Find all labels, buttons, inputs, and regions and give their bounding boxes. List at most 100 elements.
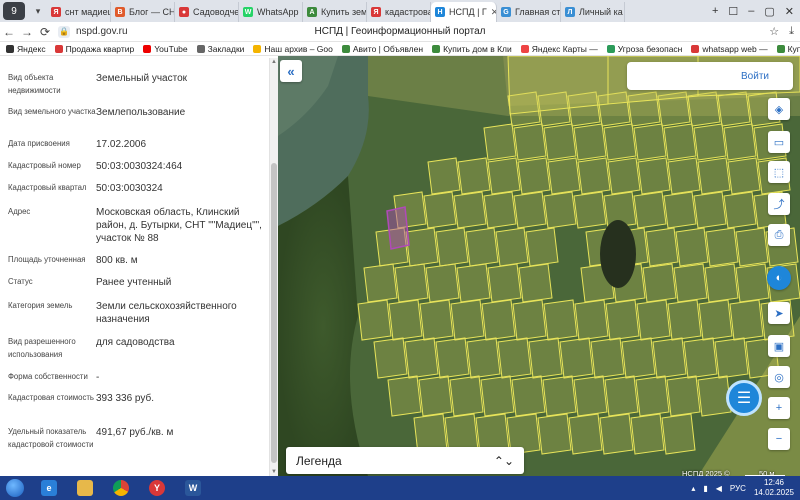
parcel[interactable] xyxy=(543,123,577,161)
parcel[interactable] xyxy=(547,157,581,195)
taskbar-word[interactable]: W xyxy=(176,477,210,499)
parcel[interactable] xyxy=(450,299,485,341)
satellite-map[interactable] xyxy=(278,56,800,476)
parcel[interactable] xyxy=(633,191,667,229)
parcel[interactable] xyxy=(573,191,607,229)
bookmark-page-icon[interactable]: ☐ xyxy=(728,5,738,18)
browser-tab[interactable]: BБлог — СНТ✕ xyxy=(111,2,175,22)
browser-menu-button[interactable]: 9 xyxy=(3,2,25,20)
scroll-up-icon[interactable]: ▲ xyxy=(271,59,277,65)
parcel[interactable] xyxy=(483,123,517,161)
parcel[interactable] xyxy=(518,263,553,303)
parcel[interactable] xyxy=(511,375,546,417)
browser-tab[interactable]: ННСПД | Г✕ xyxy=(431,2,497,22)
bookmark-item[interactable]: Наш архив – Goo xyxy=(253,44,333,54)
parcel[interactable] xyxy=(419,299,454,341)
parcel[interactable] xyxy=(683,337,718,379)
parcel[interactable] xyxy=(621,337,656,379)
parcel[interactable] xyxy=(714,337,749,379)
collapse-panel-button[interactable]: « xyxy=(280,60,302,82)
parcel[interactable] xyxy=(373,337,408,379)
minimize-icon[interactable]: – xyxy=(748,5,754,17)
parcel[interactable] xyxy=(630,413,665,455)
map-view[interactable] xyxy=(278,56,800,476)
browser-tab[interactable]: AКупить зем✕ xyxy=(303,2,367,22)
parcel[interactable] xyxy=(559,337,594,379)
parcel[interactable] xyxy=(497,337,532,379)
taskbar-chrome[interactable] xyxy=(104,477,138,499)
parcel[interactable] xyxy=(661,413,696,455)
locate-button[interactable]: ➤ xyxy=(768,302,790,324)
bookmark-item[interactable]: Угроза безопасн xyxy=(606,44,682,54)
parcel[interactable] xyxy=(513,191,547,229)
parcel[interactable] xyxy=(480,375,515,417)
parcel[interactable] xyxy=(633,123,667,161)
parcel[interactable] xyxy=(645,227,679,267)
chat-button[interactable]: ☰ xyxy=(726,380,762,416)
parcel[interactable] xyxy=(513,123,547,161)
parcel[interactable] xyxy=(635,375,670,417)
parcel[interactable] xyxy=(483,191,517,229)
parcel[interactable] xyxy=(435,227,469,267)
parcel[interactable] xyxy=(537,413,572,455)
browser-tab[interactable]: ●Садоводче✕ xyxy=(175,2,239,22)
parcel[interactable] xyxy=(517,157,551,195)
parcel[interactable] xyxy=(698,299,733,341)
parcel[interactable] xyxy=(573,123,607,161)
taskbar-ie[interactable]: e xyxy=(32,477,66,499)
parcel[interactable] xyxy=(394,263,429,303)
parcel[interactable] xyxy=(693,191,727,229)
parcel[interactable] xyxy=(604,375,639,417)
scroll-thumb[interactable] xyxy=(271,163,277,463)
parcel[interactable] xyxy=(507,56,609,115)
login-button[interactable]: Войти xyxy=(741,71,769,82)
parcel[interactable] xyxy=(723,191,757,229)
zoom-in-button[interactable]: + xyxy=(768,397,790,419)
scroll-down-icon[interactable]: ▼ xyxy=(271,469,277,475)
parcel[interactable] xyxy=(667,299,702,341)
print-button[interactable]: ⎙ xyxy=(768,224,790,246)
parcel[interactable] xyxy=(495,227,529,267)
parcel[interactable] xyxy=(673,263,708,303)
parcel[interactable] xyxy=(427,157,461,195)
parcel[interactable] xyxy=(590,337,625,379)
parcel[interactable] xyxy=(687,91,721,127)
bookmark-item[interactable]: Яндекс xyxy=(6,44,46,54)
parcel[interactable] xyxy=(387,375,422,417)
parcel[interactable] xyxy=(605,299,640,341)
selected-parcel[interactable] xyxy=(386,206,410,250)
parcel[interactable] xyxy=(481,299,516,341)
volume-icon[interactable]: ◀ xyxy=(716,484,722,493)
browser-tab[interactable]: Яснт мадиец✕ xyxy=(47,2,111,22)
assistant-button[interactable]: ◐ xyxy=(767,266,791,290)
parcel[interactable] xyxy=(607,157,641,195)
parcel[interactable] xyxy=(637,157,671,195)
language-indicator[interactable]: РУС xyxy=(730,484,746,493)
legend-dropdown[interactable]: Легенда ⌃⌄ xyxy=(286,447,524,474)
tray-arrow-icon[interactable]: ▴ xyxy=(691,484,695,493)
parcel[interactable] xyxy=(663,123,697,161)
parcel[interactable] xyxy=(599,413,634,455)
parcel[interactable] xyxy=(357,299,392,341)
parcel[interactable] xyxy=(512,299,547,341)
parcel[interactable] xyxy=(705,227,739,267)
parcel[interactable] xyxy=(542,375,577,417)
parcel[interactable] xyxy=(697,157,731,195)
browser-tab[interactable]: Якадастрова✕ xyxy=(367,2,431,22)
parcel[interactable] xyxy=(652,337,687,379)
network-icon[interactable]: ▮ xyxy=(703,484,707,493)
parcel[interactable] xyxy=(717,91,751,127)
browser-tab[interactable]: GГлавная стр✕ xyxy=(497,2,561,22)
parcel[interactable] xyxy=(636,299,671,341)
parcel[interactable] xyxy=(456,263,491,303)
parcel[interactable] xyxy=(453,191,487,229)
parcel[interactable] xyxy=(525,227,559,267)
parcel[interactable] xyxy=(704,263,739,303)
parcel[interactable] xyxy=(666,375,701,417)
parcel[interactable] xyxy=(675,227,709,267)
new-tab-icon[interactable]: + xyxy=(712,5,718,17)
parcel[interactable] xyxy=(466,337,501,379)
bookmark-item[interactable]: Яндекс Карты — xyxy=(520,44,598,54)
share-button[interactable]: ⤴ xyxy=(768,193,790,215)
parcel[interactable] xyxy=(543,299,578,341)
